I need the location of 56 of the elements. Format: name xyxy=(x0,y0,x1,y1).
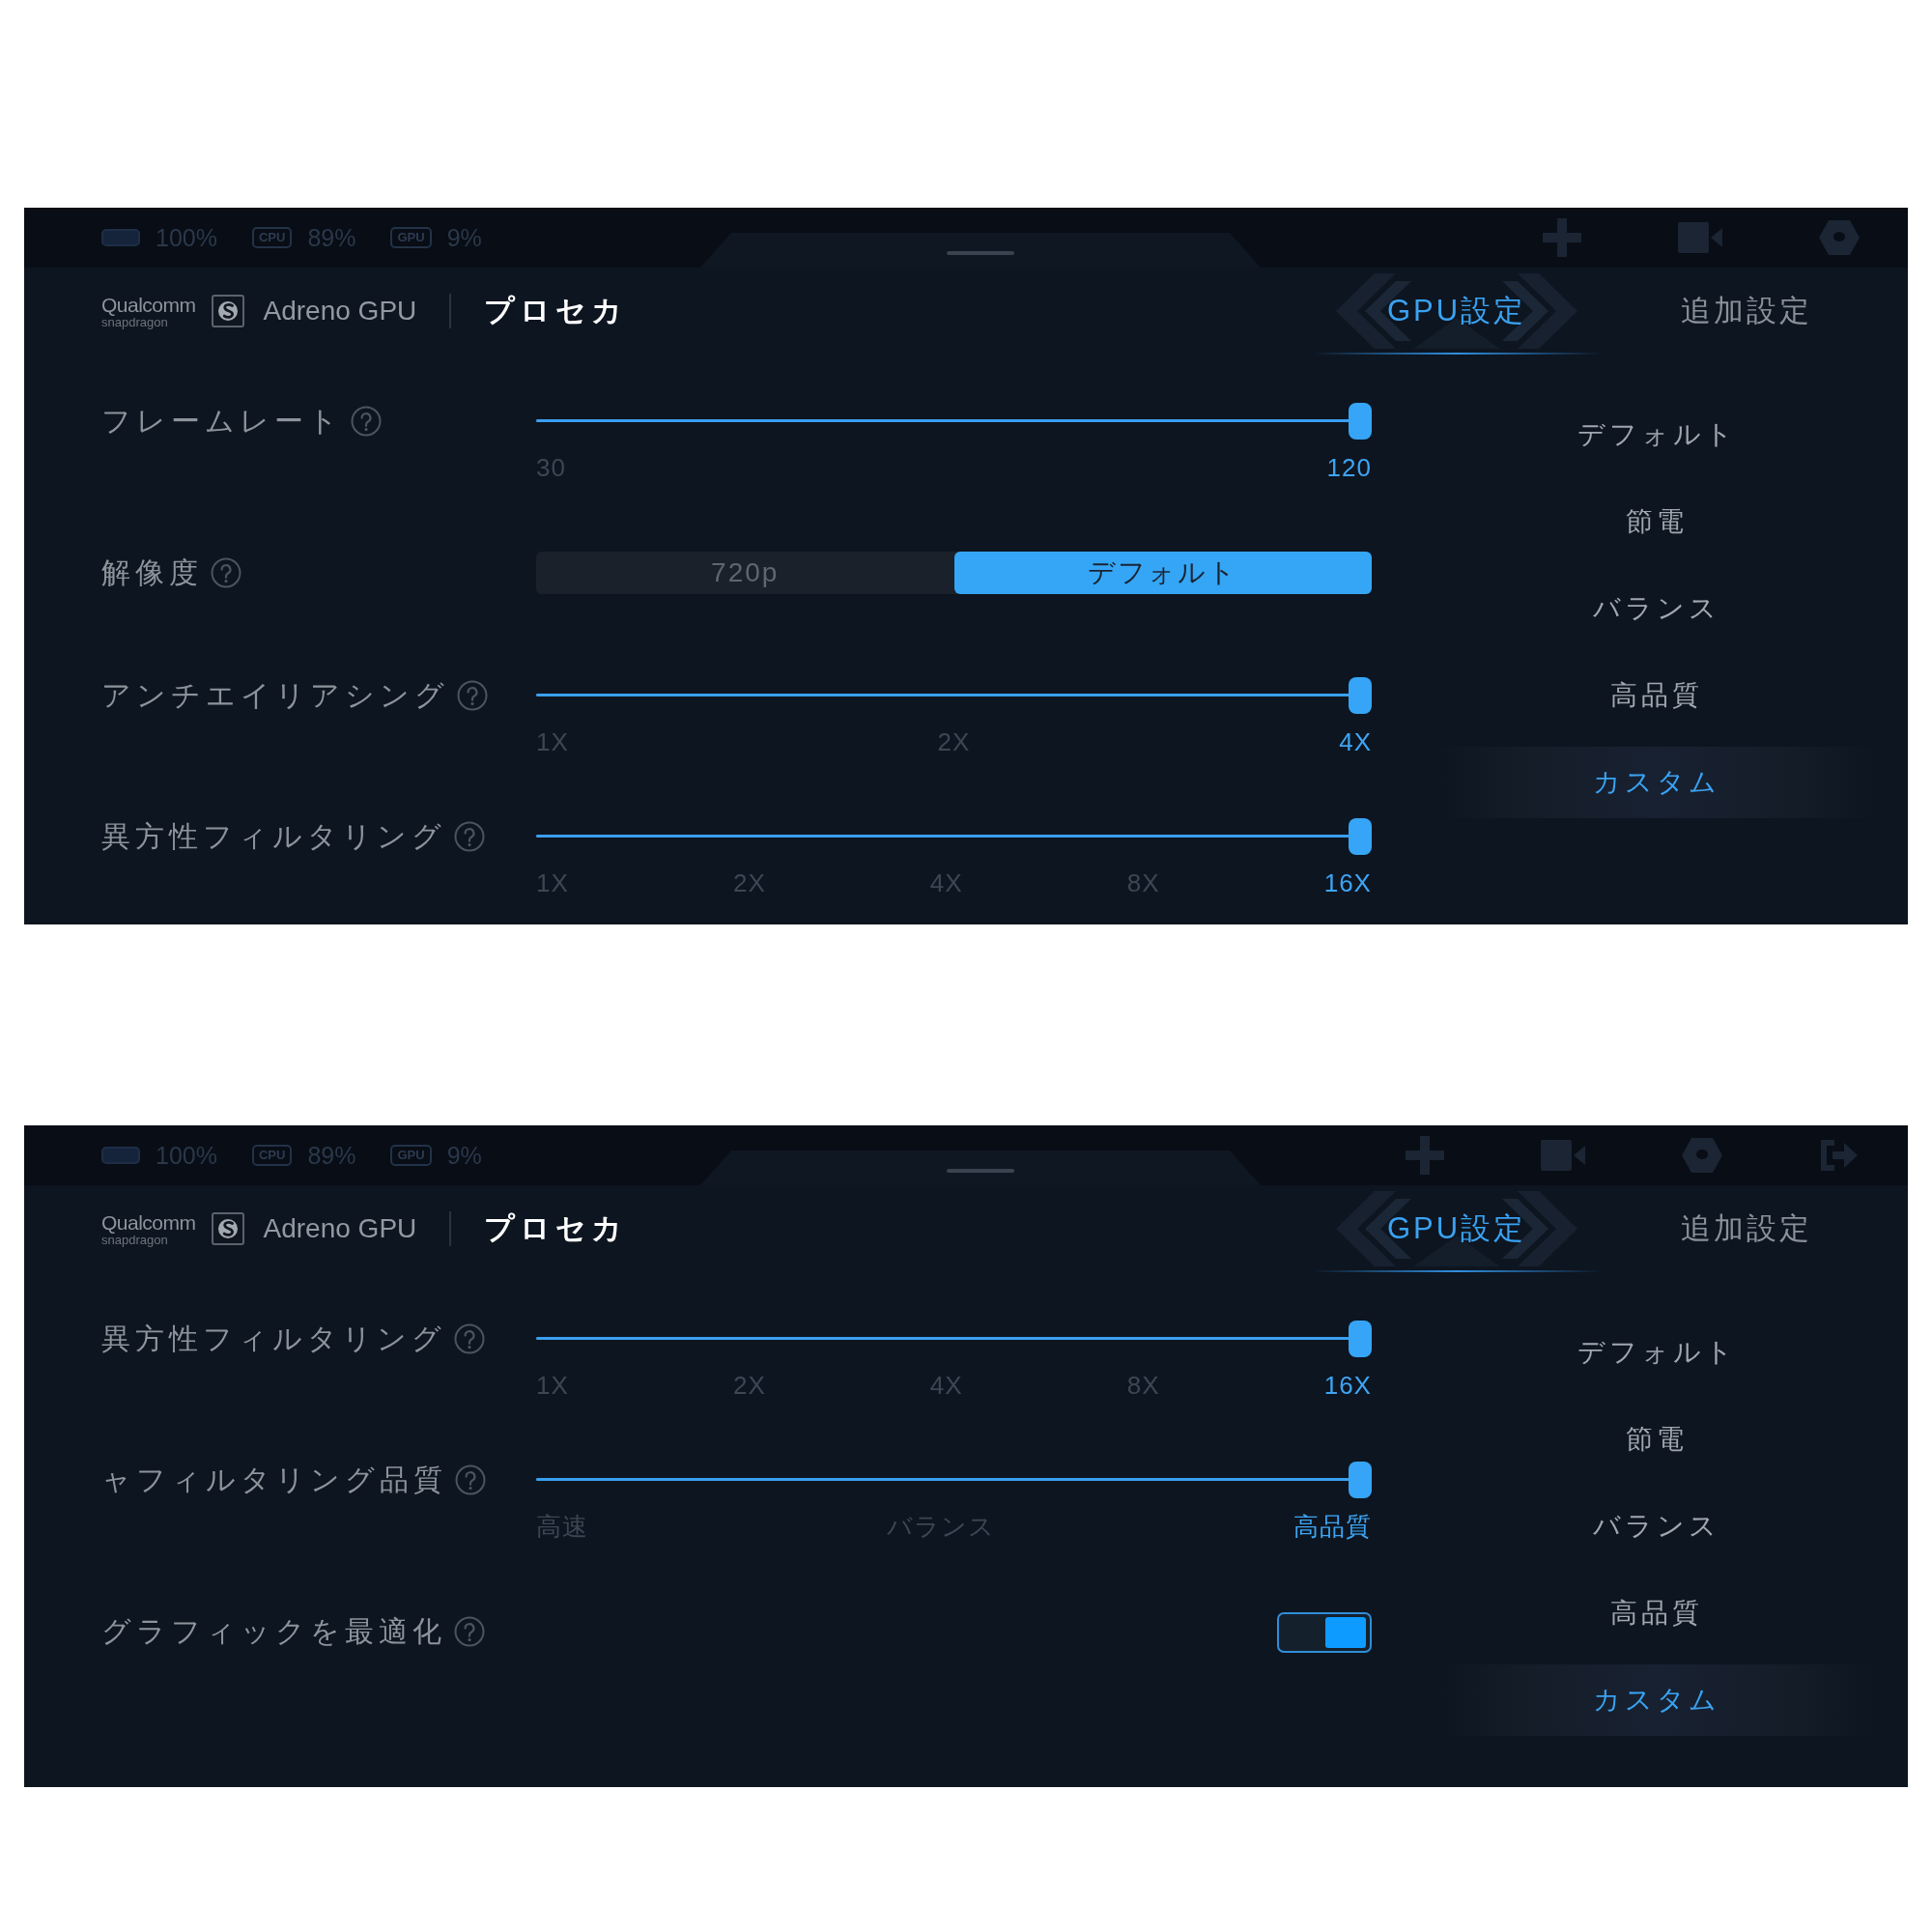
help-icon[interactable] xyxy=(454,1616,485,1647)
tick-label: 120 xyxy=(1326,453,1372,482)
preset-option[interactable]: バランス xyxy=(1435,1491,1879,1562)
product-name: Adreno GPU xyxy=(263,1212,417,1245)
battery-icon xyxy=(101,229,140,246)
brand-tagline: snapdragon xyxy=(101,1233,168,1246)
help-icon[interactable] xyxy=(351,406,382,437)
status-chip: CPU xyxy=(251,226,293,249)
slider-thumb[interactable] xyxy=(1349,1321,1372,1357)
setting-label: フレームレート xyxy=(101,404,343,439)
help-icon[interactable] xyxy=(211,557,242,588)
tab[interactable]: GPU設定 xyxy=(1312,268,1602,355)
tick-label: 高品質 xyxy=(1293,1512,1372,1541)
battery-icon xyxy=(101,1147,140,1164)
setting-label: グラフィックを最適化 xyxy=(101,1614,446,1649)
help-icon[interactable] xyxy=(454,1323,485,1354)
tab[interactable]: GPU設定 xyxy=(1312,1185,1602,1272)
toggle-switch[interactable] xyxy=(1277,1612,1372,1653)
preset-option[interactable]: 節電 xyxy=(1435,1404,1879,1475)
slider-thumb[interactable] xyxy=(1349,1462,1372,1498)
setting-label: 解像度 xyxy=(101,555,203,590)
drag-handle[interactable] xyxy=(947,251,1014,255)
setting-label: アンチエイリアシング xyxy=(101,678,449,713)
tab[interactable]: 追加設定 xyxy=(1602,1185,1891,1272)
product-name: Adreno GPU xyxy=(263,295,417,327)
tick-label: 4X xyxy=(1339,727,1372,756)
brand-logo-text: Qualcomm xyxy=(101,294,196,315)
tab[interactable]: 追加設定 xyxy=(1602,268,1891,355)
preset-option[interactable]: 高品質 xyxy=(1435,660,1879,731)
brand-tagline: snapdragon xyxy=(101,315,168,328)
help-icon[interactable] xyxy=(457,680,488,711)
setting-label: ャフィルタリング品質 xyxy=(101,1463,447,1497)
preset-option[interactable]: 高品質 xyxy=(1435,1577,1879,1649)
preset-option[interactable]: 節電 xyxy=(1435,486,1879,557)
slider-thumb[interactable] xyxy=(1349,677,1372,714)
status-chip: CPU xyxy=(251,1144,293,1167)
brand-logo-text: Qualcomm xyxy=(101,1211,196,1233)
setting-label: 異方性フィルタリング xyxy=(101,1321,446,1356)
status-chip: GPU xyxy=(390,226,432,249)
game-title: プロセカ xyxy=(484,292,628,329)
tick-label: 16X xyxy=(1323,1371,1372,1400)
help-icon[interactable] xyxy=(455,1464,486,1495)
tick-label: 16X xyxy=(1323,868,1372,897)
help-icon[interactable] xyxy=(454,821,485,852)
segment-option[interactable]: デフォルト xyxy=(953,552,1372,594)
game-title: プロセカ xyxy=(484,1209,628,1247)
app-logo-icon xyxy=(211,1212,244,1245)
preset-option[interactable]: デフォルト xyxy=(1435,1317,1879,1388)
status-chip: GPU xyxy=(390,1144,432,1167)
drag-handle[interactable] xyxy=(947,1169,1014,1173)
preset-option[interactable]: バランス xyxy=(1435,573,1879,644)
slider-thumb[interactable] xyxy=(1349,403,1372,440)
preset-option[interactable]: デフォルト xyxy=(1435,399,1879,470)
app-logo-icon xyxy=(211,295,244,327)
setting-label: 異方性フィルタリング xyxy=(101,819,446,854)
slider-thumb[interactable] xyxy=(1349,818,1372,855)
